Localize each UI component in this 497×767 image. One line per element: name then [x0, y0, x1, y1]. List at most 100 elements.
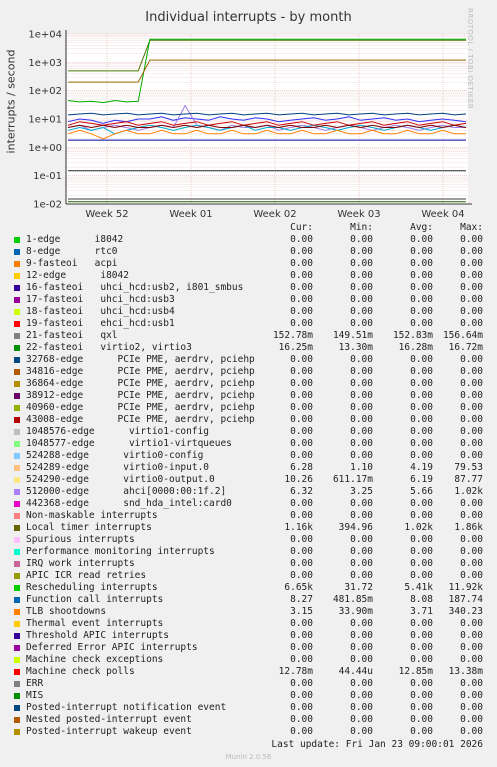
legend-swatch	[14, 345, 20, 351]
legend-row: 43008-edge PCIe PME, aerdrv, pciehp 0.00 0…	[0, 414, 497, 426]
legend-value-min: 31.72	[344, 582, 373, 593]
legend-value-min: 0.00	[350, 690, 373, 701]
legend-row: 524288-edge virtio0-config 0.00 0.00 0.00 0.…	[0, 450, 497, 462]
legend-value-cur: 0.00	[290, 390, 313, 401]
legend-value-max: 1.02k	[454, 486, 483, 497]
legend-swatch	[14, 645, 20, 651]
legend-label: 12-edge i8042	[26, 270, 129, 281]
legend-value-max: 16.72m	[448, 342, 483, 353]
legend-row: Nested posted-interrupt event 0.00 0.00 0.0…	[0, 714, 497, 726]
legend-row: 22-fasteoi virtio2, virtio3 16.25m 13.30m 1…	[0, 342, 497, 354]
legend-row: Posted-interrupt wakeup event 0.00 0.00 0.0…	[0, 726, 497, 738]
legend-value-max: 0.00	[460, 702, 483, 713]
legend-header: Min:	[350, 222, 373, 233]
legend-row: Threshold APIC interrupts 0.00 0.00 0.00 0.0…	[0, 630, 497, 642]
legend-value-cur: 0.00	[290, 414, 313, 425]
legend-value-cur: 0.00	[290, 726, 313, 737]
legend-value-max: 0.00	[460, 414, 483, 425]
legend-value-max: 0.00	[460, 246, 483, 257]
legend-value-max: 0.00	[460, 306, 483, 317]
legend-value-min: 33.90m	[338, 606, 373, 617]
legend-row: 34816-edge PCIe PME, aerdrv, pciehp 0.00 0…	[0, 366, 497, 378]
legend-swatch	[14, 441, 20, 447]
legend-swatch	[14, 465, 20, 471]
legend-row: Posted-interrupt notification event 0.00 0…	[0, 702, 497, 714]
legend-swatch	[14, 453, 20, 459]
legend-swatch	[14, 717, 20, 723]
legend-value-max: 0.00	[460, 258, 483, 269]
legend-row: 9-fasteoi acpi 0.00 0.00 0.00 0.00	[0, 258, 497, 270]
legend-row: Rescheduling interrupts 6.65k 31.72 5.41k 11…	[0, 582, 497, 594]
legend-value-max: 0.00	[460, 726, 483, 737]
legend-value-min: 13.30m	[338, 342, 373, 353]
legend-label: Threshold APIC interrupts	[26, 630, 169, 641]
legend-swatch	[14, 381, 20, 387]
legend-value-cur: 0.00	[290, 654, 313, 665]
legend-row: IRQ work interrupts 0.00 0.00 0.00 0.00	[0, 558, 497, 570]
legend-value-min: 0.00	[350, 234, 373, 245]
legend-label: Deferred Error APIC interrupts	[26, 642, 198, 653]
legend-label: 36864-edge PCIe PME, aerdrv, pciehp	[26, 378, 255, 389]
y-tick-label: 1e-01	[33, 171, 62, 182]
legend-value-min: 0.00	[350, 246, 373, 257]
legend-value-max: 0.00	[460, 546, 483, 557]
legend-row: 524289-edge virtio0-input.0 6.28 1.10 4.19 7…	[0, 462, 497, 474]
legend-value-max: 0.00	[460, 426, 483, 437]
legend-value-min: 44.44u	[338, 666, 373, 677]
legend-value-cur: 0.00	[290, 270, 313, 281]
legend-row: 19-fasteoi ehci_hcd:usb1 0.00 0.00 0.00 0.00	[0, 318, 497, 330]
legend-value-min: 0.00	[350, 318, 373, 329]
legend-value-min: 0.00	[350, 510, 373, 521]
legend-header: Cur:	[290, 222, 313, 233]
legend-swatch	[14, 585, 20, 591]
legend-value-max: 340.23	[448, 606, 483, 617]
legend-label: 19-fasteoi ehci_hcd:usb1	[26, 318, 175, 329]
legend-value-max: 0.00	[460, 570, 483, 581]
legend-value-cur: 0.00	[290, 366, 313, 377]
legend-swatch	[14, 609, 20, 615]
legend-swatch	[14, 285, 20, 291]
legend-value-max: 0.00	[460, 690, 483, 701]
legend-value-min: 0.00	[350, 294, 373, 305]
legend-value-min: 0.00	[350, 498, 373, 509]
legend-value-max: 0.00	[460, 294, 483, 305]
legend-value-cur: 12.78m	[278, 666, 313, 677]
legend-label: 524288-edge virtio0-config	[26, 450, 204, 461]
legend-swatch	[14, 417, 20, 423]
legend-value-min: 149.51m	[332, 330, 373, 341]
legend-label: 21-fasteoi qxl	[26, 330, 118, 341]
legend-value-cur: 1.16k	[284, 522, 313, 533]
legend-label: Nested posted-interrupt event	[26, 714, 192, 725]
legend-row: 21-fasteoi qxl 152.78m 149.51m 152.83m 156.6…	[0, 330, 497, 342]
legend-value-max: 0.00	[460, 558, 483, 569]
legend-value-min: 0.00	[350, 390, 373, 401]
legend-value-max: 0.00	[460, 234, 483, 245]
legend-value-min: 0.00	[350, 678, 373, 689]
legend-swatch	[14, 537, 20, 543]
legend-swatch	[14, 549, 20, 555]
legend-label: Posted-interrupt wakeup event	[26, 726, 192, 737]
legend-swatch	[14, 573, 20, 579]
legend-label: IRQ work interrupts	[26, 558, 135, 569]
legend-value-max: 156.64m	[442, 330, 483, 341]
legend-value-cur: 0.00	[290, 318, 313, 329]
legend-value-min: 0.00	[350, 618, 373, 629]
legend-row: Non-maskable interrupts 0.00 0.00 0.00 0.00	[0, 510, 497, 522]
legend-label: Posted-interrupt notification event	[26, 702, 227, 713]
legend-row: 442368-edge snd_hda_intel:card0 0.00 0.00 0…	[0, 498, 497, 510]
legend-label: 32768-edge PCIe PME, aerdrv, pciehp	[26, 354, 255, 365]
legend-swatch	[14, 429, 20, 435]
legend-label: 38912-edge PCIe PME, aerdrv, pciehp	[26, 390, 255, 401]
legend-value-cur: 6.32	[290, 486, 313, 497]
legend-value-max: 0.00	[460, 654, 483, 665]
legend-label: 524290-edge virtio0-output.0	[26, 474, 215, 485]
legend-swatch	[14, 249, 20, 255]
legend-value-min: 0.00	[350, 258, 373, 269]
legend-row: Deferred Error APIC interrupts 0.00 0.00 0.…	[0, 642, 497, 654]
legend-row: 17-fasteoi uhci_hcd:usb3 0.00 0.00 0.00 0.00	[0, 294, 497, 306]
legend-row: 1048577-edge virtio1-virtqueues 0.00 0.00 0…	[0, 438, 497, 450]
legend-value-max: 0.00	[460, 270, 483, 281]
legend-value-cur: 0.00	[290, 306, 313, 317]
legend-row: TLB shootdowns 3.15 33.90m 3.71 340.23	[0, 606, 497, 618]
legend-swatch	[14, 597, 20, 603]
